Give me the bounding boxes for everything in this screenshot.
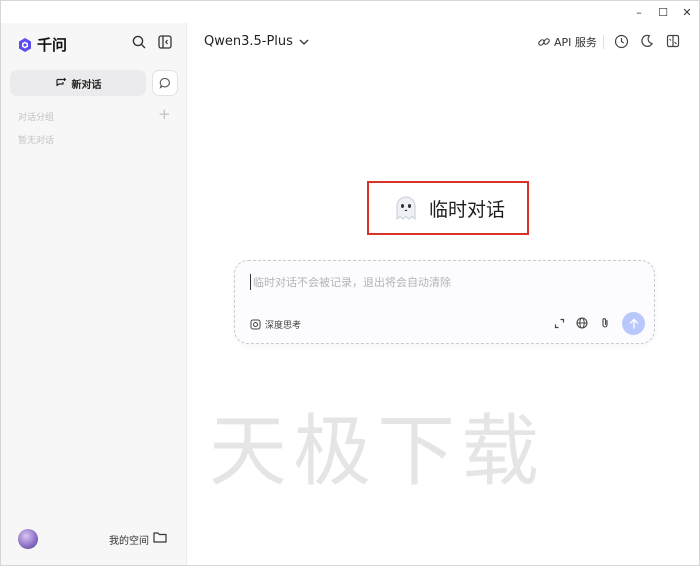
arrow-up-icon bbox=[629, 318, 638, 329]
deep-think-toggle[interactable]: 深度思考 bbox=[250, 318, 301, 331]
close-button[interactable]: ✕ bbox=[675, 1, 699, 23]
new-chat-button[interactable]: 新对话 bbox=[10, 70, 146, 96]
deep-think-label: 深度思考 bbox=[265, 321, 302, 331]
add-group-button[interactable]: + bbox=[158, 105, 171, 123]
layout-icon[interactable] bbox=[665, 33, 681, 49]
brand: 千问 bbox=[17, 34, 67, 55]
api-service-label: API 服务 bbox=[554, 36, 597, 49]
brand-name: 千问 bbox=[37, 36, 68, 54]
chat-bubble-icon bbox=[159, 77, 170, 89]
model-name: Qwen3.5-Plus bbox=[204, 34, 293, 49]
model-selector[interactable]: Qwen3.5-Plus bbox=[204, 34, 309, 49]
history-icon[interactable] bbox=[613, 33, 629, 49]
ghost-icon bbox=[396, 196, 416, 221]
deep-think-icon bbox=[250, 319, 261, 330]
app-window: – ☐ ✕ 千问 新对话 对话分组 + 暂无对话 我的空间 Qwen3.5-Pl… bbox=[0, 0, 700, 566]
sidebar: 千问 新对话 对话分组 + 暂无对话 我的空间 bbox=[1, 23, 187, 565]
chevron-down-icon bbox=[299, 39, 309, 45]
temporary-chat-title-text: 临时对话 bbox=[428, 198, 505, 221]
send-button[interactable] bbox=[622, 312, 645, 335]
attachment-icon[interactable] bbox=[598, 316, 612, 330]
title-bar: – ☐ ✕ bbox=[1, 1, 699, 23]
folder-icon[interactable] bbox=[153, 531, 167, 543]
chat-bubble-button[interactable] bbox=[152, 70, 178, 96]
temporary-chat-title: 临时对话 bbox=[367, 181, 529, 235]
avatar[interactable] bbox=[18, 529, 38, 549]
my-space-link[interactable]: 我的空间 bbox=[109, 532, 149, 547]
chat-input[interactable] bbox=[250, 274, 640, 290]
expand-icon[interactable] bbox=[552, 316, 566, 330]
search-icon[interactable] bbox=[130, 33, 148, 51]
collapse-sidebar-icon[interactable] bbox=[156, 33, 174, 51]
minimize-button[interactable]: – bbox=[627, 1, 651, 23]
web-search-icon[interactable] bbox=[575, 316, 589, 330]
dark-mode-icon[interactable] bbox=[639, 33, 655, 49]
new-chat-label: 新对话 bbox=[71, 79, 102, 91]
header-divider bbox=[603, 35, 604, 49]
qianwen-logo-icon bbox=[19, 37, 31, 52]
api-service-link[interactable]: API 服务 bbox=[537, 34, 597, 50]
no-conversations-label: 暂无对话 bbox=[18, 136, 55, 146]
conversation-groups-label: 对话分组 bbox=[18, 113, 55, 123]
chat-input-box: 深度思考 bbox=[234, 260, 655, 344]
maximize-button[interactable]: ☐ bbox=[651, 1, 675, 23]
link-icon bbox=[538, 38, 550, 46]
watermark: 天极下载 bbox=[209, 407, 546, 497]
new-chat-icon bbox=[55, 78, 66, 87]
